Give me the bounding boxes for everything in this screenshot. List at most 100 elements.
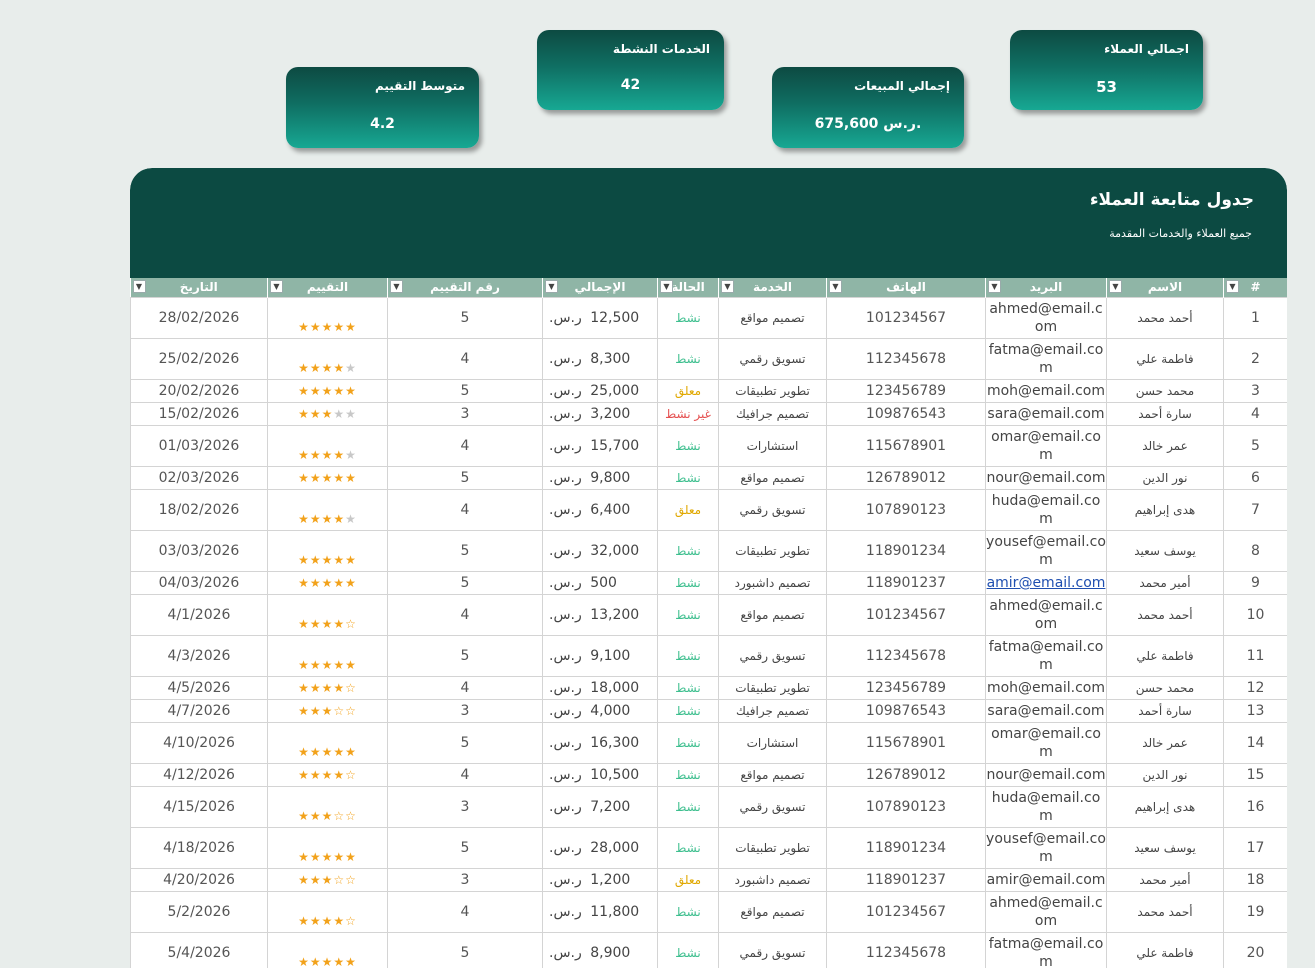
cell-rating-number[interactable]: 3 — [388, 700, 543, 723]
cell-date[interactable]: 5/2/2026 — [131, 892, 268, 933]
cell-name[interactable]: محمد حسن — [1107, 677, 1224, 700]
table-row[interactable]: 4/12/2026★★★★☆410,500 ر.س.نشطتصميم مواقع… — [131, 764, 1288, 787]
cell-phone[interactable]: 109876543 — [827, 700, 986, 723]
table-row[interactable]: 03/03/2026★★★★★532,000 ر.س.نشطتطوير تطبي… — [131, 531, 1288, 572]
cell-status[interactable]: نشط — [658, 764, 719, 787]
cell-rating-number[interactable]: 5 — [388, 572, 543, 595]
cell-service[interactable]: تطوير تطبيقات — [719, 380, 827, 403]
table-row[interactable]: 4/15/2026★★★☆☆37,200 ر.س.نشطتسويق رقمي10… — [131, 787, 1288, 828]
cell-number[interactable]: 3 — [1224, 380, 1288, 403]
cell-total[interactable]: 16,300 ر.س. — [543, 723, 658, 764]
cell-service[interactable]: تصميم داشبورد — [719, 869, 827, 892]
cell-name[interactable]: عمر خالد — [1107, 426, 1224, 467]
cell-phone[interactable]: 126789012 — [827, 467, 986, 490]
cell-date[interactable]: 04/03/2026 — [131, 572, 268, 595]
cell-total[interactable]: 6,400 ر.س. — [543, 490, 658, 531]
filter-dropdown-icon[interactable]: ▼ — [829, 280, 842, 293]
cell-email[interactable]: huda@email.com — [986, 787, 1107, 828]
cell-rating-number[interactable]: 4 — [388, 426, 543, 467]
cell-email[interactable]: moh@email.com — [986, 677, 1107, 700]
cell-phone[interactable]: 123456789 — [827, 380, 986, 403]
cell-email[interactable]: omar@email.com — [986, 426, 1107, 467]
cell-total[interactable]: 9,800 ر.س. — [543, 467, 658, 490]
cell-service[interactable]: تسويق رقمي — [719, 787, 827, 828]
cell-email[interactable]: fatma@email.com — [986, 339, 1107, 380]
cell-rating-stars[interactable]: ★★★★☆ — [268, 677, 388, 700]
filter-dropdown-icon[interactable]: ▼ — [133, 280, 146, 293]
cell-service[interactable]: تسويق رقمي — [719, 490, 827, 531]
cell-number[interactable]: 19 — [1224, 892, 1288, 933]
table-row[interactable]: 02/03/2026★★★★★59,800 ر.س.نشطتصميم مواقع… — [131, 467, 1288, 490]
cell-email[interactable]: sara@email.com — [986, 700, 1107, 723]
cell-rating-number[interactable]: 4 — [388, 595, 543, 636]
cell-rating-number[interactable]: 5 — [388, 828, 543, 869]
column-header-status[interactable]: ▼الحالة — [658, 278, 719, 298]
table-row[interactable]: 4/3/2026★★★★★59,100 ر.س.نشطتسويق رقمي112… — [131, 636, 1288, 677]
cell-total[interactable]: 12,500 ر.س. — [543, 298, 658, 339]
cell-number[interactable]: 5 — [1224, 426, 1288, 467]
cell-name[interactable]: أمير محمد — [1107, 572, 1224, 595]
cell-name[interactable]: نور الدين — [1107, 764, 1224, 787]
cell-status[interactable]: نشط — [658, 892, 719, 933]
cell-total[interactable]: 18,000 ر.س. — [543, 677, 658, 700]
table-row[interactable]: 4/20/2026★★★☆☆31,200 ر.س.معلقتصميم داشبو… — [131, 869, 1288, 892]
cell-date[interactable]: 03/03/2026 — [131, 531, 268, 572]
cell-name[interactable]: أحمد محمد — [1107, 298, 1224, 339]
cell-status[interactable]: نشط — [658, 700, 719, 723]
cell-rating-number[interactable]: 4 — [388, 677, 543, 700]
cell-phone[interactable]: 107890123 — [827, 490, 986, 531]
cell-number[interactable]: 16 — [1224, 787, 1288, 828]
cell-number[interactable]: 14 — [1224, 723, 1288, 764]
column-header-number[interactable]: ▼# — [1224, 278, 1288, 298]
cell-email[interactable]: moh@email.com — [986, 380, 1107, 403]
cell-service[interactable]: تصميم مواقع — [719, 764, 827, 787]
cell-date[interactable]: 25/02/2026 — [131, 339, 268, 380]
table-row[interactable]: 4/10/2026★★★★★516,300 ر.س.نشطاستشارات115… — [131, 723, 1288, 764]
cell-phone[interactable]: 118901237 — [827, 869, 986, 892]
cell-rating-number[interactable]: 4 — [388, 490, 543, 531]
cell-name[interactable]: عمر خالد — [1107, 723, 1224, 764]
cell-rating-stars[interactable]: ★★★★☆ — [268, 892, 388, 933]
filter-dropdown-icon[interactable]: ▼ — [545, 280, 558, 293]
cell-rating-stars[interactable]: ★★★★☆ — [268, 764, 388, 787]
cell-date[interactable]: 15/02/2026 — [131, 403, 268, 426]
cell-email[interactable]: huda@email.com — [986, 490, 1107, 531]
cell-email[interactable]: amir@email.com — [986, 869, 1107, 892]
cell-number[interactable]: 12 — [1224, 677, 1288, 700]
cell-email[interactable]: ahmed@email.com — [986, 595, 1107, 636]
cell-name[interactable]: يوسف سعيد — [1107, 531, 1224, 572]
cell-email[interactable]: yousef@email.com — [986, 828, 1107, 869]
cell-email[interactable]: ahmed@email.com — [986, 892, 1107, 933]
cell-number[interactable]: 8 — [1224, 531, 1288, 572]
filter-dropdown-icon[interactable]: ▼ — [721, 280, 734, 293]
table-row[interactable]: 18/02/2026★★★★★46,400 ر.س.معلقتسويق رقمي… — [131, 490, 1288, 531]
cell-rating-number[interactable]: 5 — [388, 298, 543, 339]
cell-date[interactable]: 02/03/2026 — [131, 467, 268, 490]
cell-email[interactable]: fatma@email.com — [986, 636, 1107, 677]
cell-name[interactable]: أحمد محمد — [1107, 892, 1224, 933]
cell-total[interactable]: 8,300 ر.س. — [543, 339, 658, 380]
cell-number[interactable]: 4 — [1224, 403, 1288, 426]
table-row[interactable]: 15/02/2026★★★★★33,200 ر.س.غير نشطتصميم ج… — [131, 403, 1288, 426]
cell-phone[interactable]: 112345678 — [827, 636, 986, 677]
cell-email[interactable]: nour@email.com — [986, 467, 1107, 490]
cell-number[interactable]: 20 — [1224, 933, 1288, 968]
cell-rating-number[interactable]: 3 — [388, 869, 543, 892]
cell-phone[interactable]: 123456789 — [827, 677, 986, 700]
cell-name[interactable]: أمير محمد — [1107, 869, 1224, 892]
cell-rating-number[interactable]: 4 — [388, 764, 543, 787]
cell-status[interactable]: نشط — [658, 828, 719, 869]
cell-number[interactable]: 11 — [1224, 636, 1288, 677]
filter-dropdown-icon[interactable]: ▼ — [1226, 280, 1239, 293]
cell-number[interactable]: 7 — [1224, 490, 1288, 531]
cell-service[interactable]: تسويق رقمي — [719, 933, 827, 968]
table-row[interactable]: 04/03/2026★★★★★5500 ر.س.نشطتصميم داشبورد… — [131, 572, 1288, 595]
cell-name[interactable]: فاطمة علي — [1107, 339, 1224, 380]
cell-rating-number[interactable]: 3 — [388, 403, 543, 426]
cell-status[interactable]: نشط — [658, 572, 719, 595]
cell-email[interactable]: amir@email.com — [986, 572, 1107, 595]
cell-total[interactable]: 500 ر.س. — [543, 572, 658, 595]
cell-number[interactable]: 18 — [1224, 869, 1288, 892]
cell-service[interactable]: تصميم مواقع — [719, 298, 827, 339]
column-header-name[interactable]: ▼الاسم — [1107, 278, 1224, 298]
